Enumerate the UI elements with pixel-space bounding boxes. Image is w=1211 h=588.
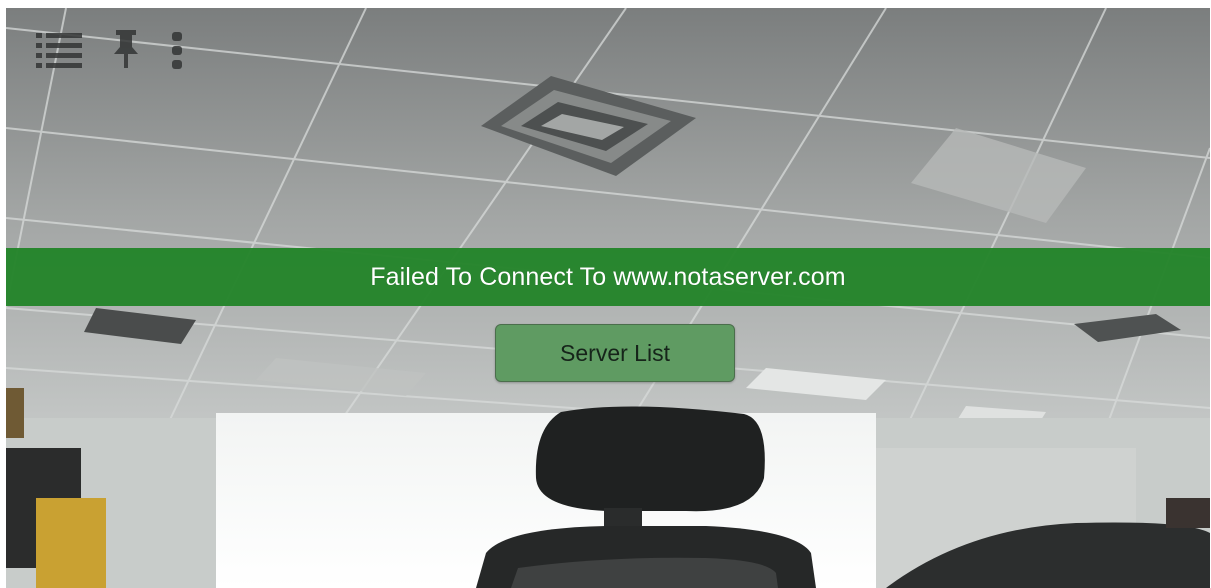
list-icon[interactable] xyxy=(36,32,82,73)
toolbar xyxy=(36,29,184,75)
more-vertical-icon[interactable] xyxy=(170,30,184,75)
pin-icon[interactable] xyxy=(112,29,140,75)
server-list-button[interactable]: Server List xyxy=(495,324,735,382)
connection-status-message: Failed To Connect To www.notaserver.com xyxy=(370,262,846,291)
app-screen: Failed To Connect To www.notaserver.com … xyxy=(6,8,1210,588)
connection-status-banner: Failed To Connect To www.notaserver.com xyxy=(6,248,1210,306)
